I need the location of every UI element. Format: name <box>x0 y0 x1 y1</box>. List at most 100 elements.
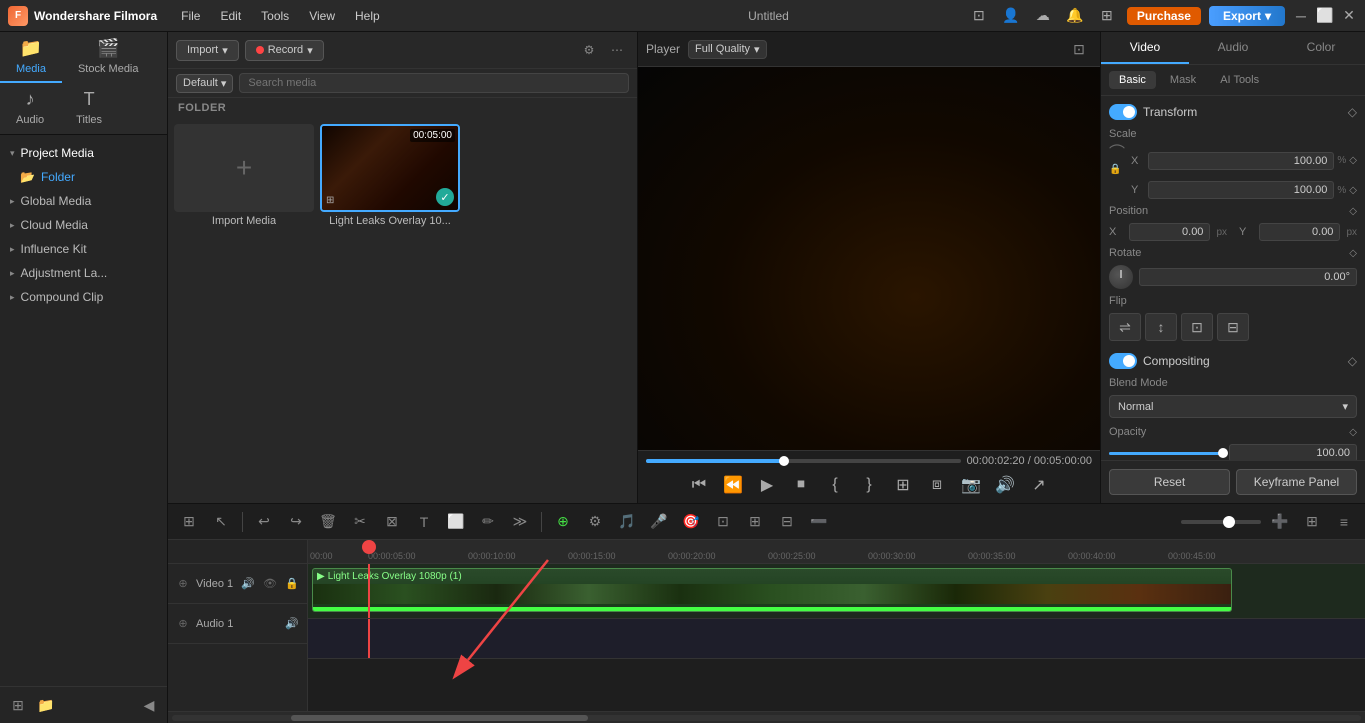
menu-file[interactable]: File <box>173 7 208 25</box>
grid-icon[interactable]: ⊞ <box>1299 509 1325 535</box>
tab-video[interactable]: Video <box>1101 32 1189 64</box>
keyframe-panel-button[interactable]: Keyframe Panel <box>1236 469 1357 495</box>
sub-tab-ai-tools[interactable]: AI Tools <box>1210 71 1269 89</box>
timeline-scroll-thumb[interactable] <box>291 715 588 721</box>
window-minimize-button[interactable]: ─ <box>1293 8 1309 24</box>
sidebar-item-cloud-media[interactable]: ▸ Cloud Media <box>0 213 167 237</box>
frame-stop-icon[interactable]: ⏹ <box>787 471 815 499</box>
quality-select[interactable]: Full Quality ▾ <box>688 40 767 59</box>
sidebar-item-project-media[interactable]: ▾ Project Media <box>0 141 167 165</box>
audio-track[interactable] <box>308 619 1365 659</box>
tab-audio[interactable]: ♪ Audio <box>0 83 60 134</box>
pos-x-input[interactable]: 0.00 <box>1129 223 1210 241</box>
sidebar-collapse-icon[interactable]: ◀ <box>137 693 161 717</box>
purchase-button[interactable]: Purchase <box>1127 7 1201 25</box>
compositing-keyframe-icon[interactable]: ◇ <box>1348 354 1357 368</box>
crop-icon[interactable]: ⊠ <box>379 509 405 535</box>
menu-tools[interactable]: Tools <box>253 7 297 25</box>
audio-track-settings-icon[interactable]: 🔊 <box>283 615 301 633</box>
add-to-timeline-icon[interactable]: ⊞ <box>889 471 917 499</box>
list-item[interactable]: + Import Media <box>174 124 314 227</box>
flip-option-4-button[interactable]: ⊟ <box>1217 313 1249 341</box>
clip-thumb[interactable]: 00:05:00 ⊞ ✓ <box>320 124 460 212</box>
flip-vertical-button[interactable]: ↕ <box>1145 313 1177 341</box>
sub-tab-basic[interactable]: Basic <box>1109 71 1156 89</box>
scale-x-input[interactable]: 100.00 <box>1148 152 1334 170</box>
transform-keyframe-icon[interactable]: ◇ <box>1348 105 1357 119</box>
video-track[interactable]: ▶ Light Leaks Overlay 1080p (1) <box>308 564 1365 619</box>
folder-new-icon[interactable]: 📁 <box>34 693 58 717</box>
tab-media[interactable]: 📁 Media <box>0 32 62 83</box>
mark-in-icon[interactable]: { <box>821 471 849 499</box>
flip-horizontal-button[interactable]: ⇌ <box>1109 313 1141 341</box>
zoom-minus-icon[interactable]: ➖ <box>806 509 832 535</box>
motion-track-icon[interactable]: 🎯 <box>678 509 704 535</box>
reset-button[interactable]: Reset <box>1109 469 1230 495</box>
tab-color[interactable]: Color <box>1277 32 1365 64</box>
timeline-area[interactable]: 00:00 00:00:05:00 00:00:10:00 00:00:15:0… <box>308 540 1365 711</box>
settings-icon[interactable]: ↗ <box>1025 471 1053 499</box>
account-icon[interactable]: 👤 <box>999 4 1023 28</box>
split-icon[interactable]: ⊡ <box>710 509 736 535</box>
window-close-button[interactable]: ✕ <box>1341 8 1357 24</box>
more-tools-icon[interactable]: ≫ <box>507 509 533 535</box>
pos-y-input[interactable]: 0.00 <box>1259 223 1340 241</box>
progress-thumb[interactable] <box>779 456 789 466</box>
window-restore-button[interactable]: ⬜ <box>1317 8 1333 24</box>
undo-icon[interactable]: ↩ <box>251 509 277 535</box>
delete-icon[interactable]: 🗑 <box>315 509 341 535</box>
default-select[interactable]: Default ▾ <box>176 74 233 93</box>
scale-y-input[interactable]: 100.00 <box>1148 181 1334 199</box>
compositing-toggle[interactable] <box>1109 353 1137 369</box>
opacity-slider[interactable] <box>1109 452 1223 455</box>
audio-track-icon[interactable]: 🎵 <box>614 509 640 535</box>
speed-icon[interactable]: ⊟ <box>774 509 800 535</box>
minimize-window-icon[interactable]: ⊡ <box>967 4 991 28</box>
snapshot-icon[interactable]: 📷 <box>957 471 985 499</box>
skip-back-icon[interactable]: ⏮ <box>685 471 713 499</box>
rotate-keyframe-icon[interactable]: ◇ <box>1349 248 1357 259</box>
select-tool-icon[interactable]: ↖ <box>208 509 234 535</box>
mask-icon[interactable]: ⬜ <box>443 509 469 535</box>
filter-icon[interactable]: ⚙ <box>577 38 601 62</box>
zoom-slider[interactable] <box>1181 520 1261 524</box>
tab-stock-media[interactable]: 🎬 Stock Media <box>62 32 155 83</box>
list-item[interactable]: 00:05:00 ⊞ ✓ Light Leaks Overlay 10... <box>320 124 460 227</box>
opacity-thumb[interactable] <box>1218 448 1228 458</box>
add-keyframe-icon[interactable]: ⊕ <box>550 509 576 535</box>
video-track-eye-icon[interactable]: 👁 <box>261 575 279 593</box>
text-icon[interactable]: T <box>411 509 437 535</box>
tab-titles[interactable]: T Titles <box>60 83 118 134</box>
add-folder-icon[interactable]: ⊞ <box>6 693 30 717</box>
playhead-marker[interactable] <box>368 540 376 554</box>
fullscreen-icon[interactable]: ⊡ <box>1066 36 1092 62</box>
menu-edit[interactable]: Edit <box>212 7 249 25</box>
position-keyframe-icon[interactable]: ◇ <box>1349 206 1357 217</box>
menu-help[interactable]: Help <box>347 7 388 25</box>
timeline-scroll-track[interactable] <box>172 715 1361 721</box>
sidebar-item-adjustment-layers[interactable]: ▸ Adjustment La... <box>0 261 167 285</box>
audio-icon[interactable]: 🔊 <box>991 471 1019 499</box>
import-button[interactable]: Import ▾ <box>176 40 239 61</box>
export-button[interactable]: Export ▾ <box>1209 6 1285 26</box>
opacity-keyframe-icon[interactable]: ◇ <box>1349 427 1357 438</box>
redo-icon[interactable]: ↪ <box>283 509 309 535</box>
progress-track[interactable] <box>646 459 961 463</box>
cut-icon[interactable]: ✂ <box>347 509 373 535</box>
apps-icon[interactable]: ⊞ <box>1095 4 1119 28</box>
stabilize-icon[interactable]: ⚙ <box>582 509 608 535</box>
sidebar-item-compound-clip[interactable]: ▸ Compound Clip <box>0 285 167 309</box>
mark-out-icon[interactable]: } <box>855 471 883 499</box>
preview-canvas[interactable] <box>638 67 1100 450</box>
add-audio-track-icon[interactable]: ⊕ <box>174 615 192 633</box>
flip-option-3-button[interactable]: ⊡ <box>1181 313 1213 341</box>
sidebar-item-influence-kit[interactable]: ▸ Influence Kit <box>0 237 167 261</box>
split-screen-icon[interactable]: ⧈ <box>923 471 951 499</box>
rotate-input[interactable]: 0.00° <box>1139 268 1357 286</box>
menu-view[interactable]: View <box>301 7 343 25</box>
more-options-icon[interactable]: ⋯ <box>605 38 629 62</box>
settings-icon-2[interactable]: ≡ <box>1331 509 1357 535</box>
sidebar-item-global-media[interactable]: ▸ Global Media <box>0 189 167 213</box>
pen-icon[interactable]: ✏ <box>475 509 501 535</box>
import-thumb[interactable]: + <box>174 124 314 212</box>
